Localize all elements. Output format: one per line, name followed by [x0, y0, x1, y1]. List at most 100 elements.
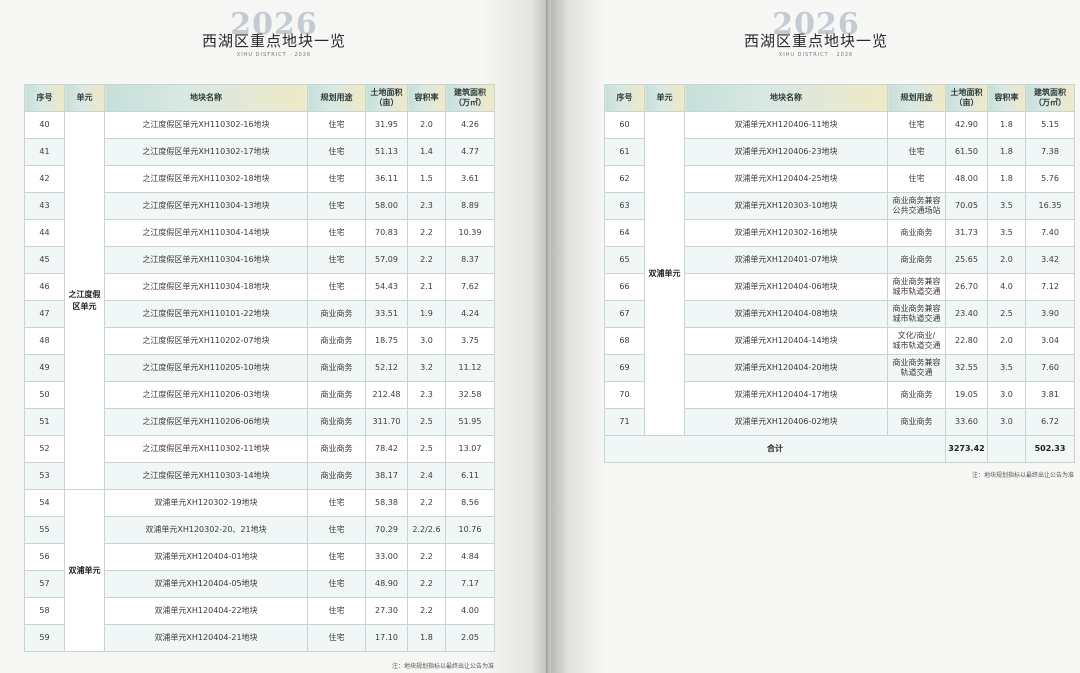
- floor-area-ratio: 1.8: [407, 624, 446, 652]
- column-header: 序号: [604, 84, 645, 112]
- planned-use: 住宅: [307, 516, 366, 544]
- land-area: 27.30: [365, 597, 408, 625]
- floor-area-ratio: 3.0: [407, 327, 446, 355]
- row-number: 48: [24, 327, 65, 355]
- building-area: 7.60: [1025, 354, 1075, 382]
- building-area: 7.17: [445, 570, 495, 598]
- land-area: 38.17: [365, 462, 408, 490]
- parcel-name: 之江度假区单元XH110303-14地块: [104, 462, 308, 490]
- left-page: 2026 西湖区重点地块一览 XIHU DISTRICT · 2026 序号 单元…: [0, 0, 548, 673]
- building-area: 3.81: [1025, 381, 1075, 409]
- parcel-name: 双浦单元XH120404-20地块: [684, 354, 888, 382]
- floor-area-ratio: 3.5: [987, 354, 1026, 382]
- parcel-name: 之江度假区单元XH110304-18地块: [104, 273, 308, 301]
- planned-use: 住宅: [307, 273, 366, 301]
- row-number: 46: [24, 273, 65, 301]
- total-row: 合计 3273.42 502.33: [604, 435, 1075, 463]
- row-number: 70: [604, 381, 645, 409]
- header-subtitle: XIHU DISTRICT · 2026: [778, 52, 854, 58]
- building-area: 4.84: [445, 543, 495, 571]
- parcel-name: 双浦单元XH120404-05地块: [104, 570, 308, 598]
- planned-use: 住宅: [307, 597, 366, 625]
- row-number: 40: [24, 111, 65, 139]
- column-header: 序号: [24, 84, 65, 112]
- total-building-area: 502.33: [1025, 435, 1075, 463]
- planned-use: 商业商务: [887, 408, 946, 436]
- building-area: 7.40: [1025, 219, 1075, 247]
- planned-use: 商业商务: [307, 381, 366, 409]
- floor-area-ratio: 3.0: [987, 408, 1026, 436]
- building-area: 2.05: [445, 624, 495, 652]
- row-number: 43: [24, 192, 65, 220]
- planned-use: 住宅: [887, 111, 946, 139]
- building-area: 4.77: [445, 138, 495, 166]
- floor-area-ratio: 2.3: [407, 381, 446, 409]
- parcel-name: 双浦单元XH120401-07地块: [684, 246, 888, 274]
- floor-area-ratio: 2.5: [407, 435, 446, 463]
- floor-area-ratio: 2.2/2.6: [407, 516, 446, 544]
- land-area: 33.00: [365, 543, 408, 571]
- floor-area-ratio: 3.5: [987, 192, 1026, 220]
- planned-use: 商业商务: [887, 219, 946, 247]
- parcel-name: 之江度假区单元XH110302-11地块: [104, 435, 308, 463]
- land-area: 212.48: [365, 381, 408, 409]
- land-area: 51.13: [365, 138, 408, 166]
- row-number: 52: [24, 435, 65, 463]
- parcel-name: 之江度假区单元XH110302-17地块: [104, 138, 308, 166]
- parcel-name: 双浦单元XH120406-11地块: [684, 111, 888, 139]
- floor-area-ratio: 2.0: [987, 327, 1026, 355]
- row-number: 63: [604, 192, 645, 220]
- floor-area-ratio: 2.4: [407, 462, 446, 490]
- parcel-name: 双浦单元XH120302-16地块: [684, 219, 888, 247]
- planned-use: 商业商务: [307, 354, 366, 382]
- total-land-area: 3273.42: [945, 435, 988, 463]
- parcel-name: 双浦单元XH120302-19地块: [104, 489, 308, 517]
- parcel-name: 之江度假区单元XH110206-03地块: [104, 381, 308, 409]
- floor-area-ratio: 1.9: [407, 300, 446, 328]
- land-area: 58.00: [365, 192, 408, 220]
- footnote: 注：地块规划指标以最终出让公告为准: [391, 663, 494, 670]
- column-header: 规划用途: [887, 84, 946, 112]
- parcel-name: 双浦单元XH120404-14地块: [684, 327, 888, 355]
- floor-area-ratio: 2.2: [407, 570, 446, 598]
- parcel-name: 双浦单元XH120406-02地块: [684, 408, 888, 436]
- floor-area-ratio: 1.5: [407, 165, 446, 193]
- unit-cell: 之江度假 区单元: [64, 111, 105, 490]
- planned-use: 住宅: [307, 570, 366, 598]
- column-header: 地块名称: [684, 84, 888, 112]
- land-area: 58.38: [365, 489, 408, 517]
- planned-use: 住宅: [307, 246, 366, 274]
- row-number: 51: [24, 408, 65, 436]
- row-number: 44: [24, 219, 65, 247]
- column-header: 地块名称: [104, 84, 308, 112]
- page-title: 西湖区重点地块一览: [743, 32, 888, 50]
- building-area: 7.38: [1025, 138, 1075, 166]
- table-row: 54 双浦单元 双浦单元XH120302-19地块 住宅 58.38 2.2 8.56: [24, 489, 495, 652]
- row-number: 41: [24, 138, 65, 166]
- row-number: 53: [24, 462, 65, 490]
- parcel-name: 双浦单元XH120404-22地块: [104, 597, 308, 625]
- planned-use: 商业商务: [887, 381, 946, 409]
- parcel-name: 双浦单元XH120404-06地块: [684, 273, 888, 301]
- floor-area-ratio: 1.8: [987, 138, 1026, 166]
- land-area: 36.11: [365, 165, 408, 193]
- floor-area-ratio: 2.1: [407, 273, 446, 301]
- floor-area-ratio: 4.0: [987, 273, 1026, 301]
- parcel-name: 双浦单元XH120302-20、21地块: [104, 516, 308, 544]
- land-area: 48.90: [365, 570, 408, 598]
- row-number: 69: [604, 354, 645, 382]
- parcel-name: 之江度假区单元XH110304-13地块: [104, 192, 308, 220]
- floor-area-ratio: 1.4: [407, 138, 446, 166]
- building-area: 16.35: [1025, 192, 1075, 220]
- planned-use: 住宅: [307, 192, 366, 220]
- floor-area-ratio: 2.3: [407, 192, 446, 220]
- column-header: 土地面积 （亩）: [365, 84, 408, 112]
- row-number: 42: [24, 165, 65, 193]
- building-area: 7.12: [1025, 273, 1075, 301]
- right-land-table: 序号 单元 地块名称 规划用途 土地面积 （亩） 容积率 建筑面积 （万㎡） 60 双浦单元双…: [604, 84, 1075, 463]
- row-number: 62: [604, 165, 645, 193]
- planned-use: 住宅: [887, 138, 946, 166]
- table-row: 60 双浦单元 双浦单元XH120406-11地块 住宅 42.90 1.8 5.15: [604, 111, 1075, 436]
- land-area: 57.09: [365, 246, 408, 274]
- row-number: 65: [604, 246, 645, 274]
